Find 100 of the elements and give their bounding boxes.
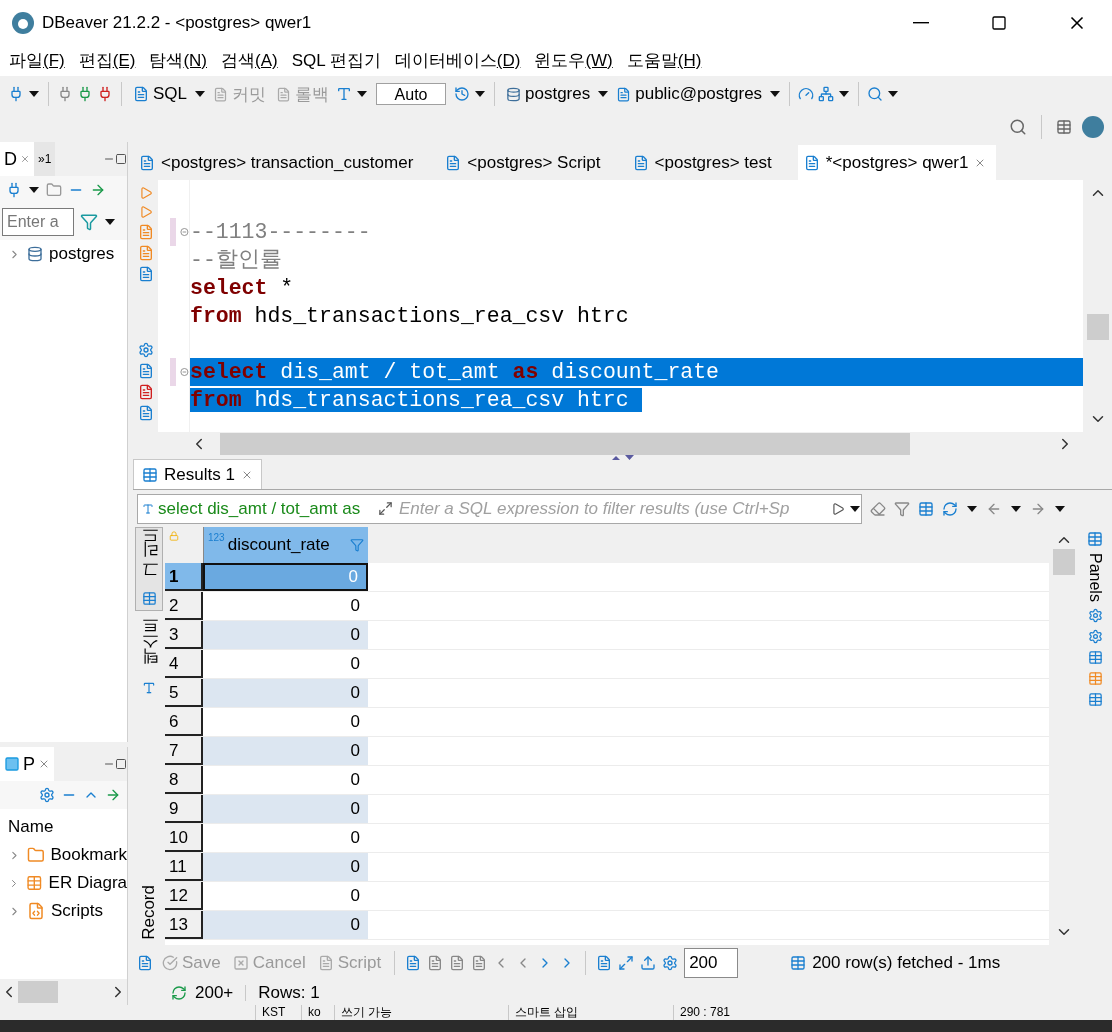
references-icon[interactable] xyxy=(1087,670,1103,686)
gauge-icon[interactable] xyxy=(798,86,815,102)
new-connection-icon[interactable] xyxy=(6,182,22,198)
fetch-next-icon[interactable] xyxy=(596,954,613,971)
filter-icon[interactable] xyxy=(80,213,98,231)
menu-item[interactable]: 윈도우(W) xyxy=(527,46,620,75)
caret-icon[interactable] xyxy=(838,90,851,98)
expand-icon[interactable] xyxy=(378,501,393,516)
schema-selector[interactable]: public@postgres xyxy=(613,82,766,106)
maximize-icon[interactable] xyxy=(115,153,127,165)
editor-tab[interactable]: <postgres> test xyxy=(626,145,782,180)
avatar-icon[interactable] xyxy=(1082,116,1104,138)
run-icon[interactable] xyxy=(138,186,153,200)
filter-field[interactable]: Enter a xyxy=(2,208,74,236)
history-icon[interactable] xyxy=(454,86,471,102)
caret-icon[interactable] xyxy=(966,504,978,513)
tree-icon[interactable] xyxy=(818,86,835,102)
row-number[interactable]: 7 xyxy=(165,737,203,765)
explain-icon[interactable] xyxy=(137,266,154,282)
row-number[interactable]: 12 xyxy=(165,882,203,910)
search-icon[interactable] xyxy=(867,86,884,102)
apply-filter-icon[interactable] xyxy=(831,501,845,516)
transaction-mode-field[interactable]: Auto xyxy=(376,83,447,105)
caret-icon[interactable] xyxy=(887,90,900,98)
disconnect-icon[interactable] xyxy=(97,86,113,102)
grouping-icon[interactable] xyxy=(1087,628,1103,644)
new-folder-icon[interactable] xyxy=(46,182,62,198)
caret-icon[interactable] xyxy=(104,218,116,226)
caret-icon[interactable] xyxy=(1010,504,1022,513)
scrollbar-thumb[interactable] xyxy=(1052,549,1075,575)
panel-tab[interactable]: »1 xyxy=(34,142,56,176)
datasource-selector[interactable]: postgres xyxy=(503,82,594,106)
table-cell[interactable]: 0 xyxy=(203,911,368,939)
collapse-icon[interactable] xyxy=(180,227,189,237)
tree-item[interactable]: ER Diagra xyxy=(0,869,127,897)
table-cell[interactable]: 0 xyxy=(203,795,368,823)
copy-row-icon[interactable] xyxy=(449,954,466,971)
row-number[interactable]: 8 xyxy=(165,766,203,794)
settings-icon[interactable] xyxy=(137,342,154,358)
metadata-icon[interactable] xyxy=(1087,649,1103,665)
script-run-icon[interactable] xyxy=(137,224,154,240)
row-number[interactable]: 5 xyxy=(165,679,203,707)
edit-icon[interactable] xyxy=(405,954,422,971)
row-number[interactable]: 11 xyxy=(165,853,203,881)
settings-icon[interactable] xyxy=(662,954,679,971)
editor-tab[interactable]: <postgres> Script xyxy=(439,145,611,180)
text-format-icon[interactable] xyxy=(336,86,353,102)
menu-item[interactable]: 탐색(N) xyxy=(142,46,214,75)
sql-button[interactable]: SQL xyxy=(130,82,191,106)
perspective-icon[interactable] xyxy=(1056,119,1072,135)
fetch-size-field[interactable]: 200 xyxy=(684,947,739,978)
settings-icon[interactable] xyxy=(39,787,55,803)
table-cell[interactable]: 0 xyxy=(203,737,368,765)
delete-row-icon[interactable] xyxy=(471,954,488,971)
variables-icon[interactable] xyxy=(137,405,154,421)
results-tab[interactable]: Results 1 xyxy=(133,459,262,489)
insert-row-icon[interactable] xyxy=(427,954,444,971)
row-number[interactable]: 3 xyxy=(165,621,203,649)
value-viewer-icon[interactable] xyxy=(1087,691,1103,707)
caret-icon[interactable] xyxy=(474,90,487,98)
fetch-all-icon[interactable] xyxy=(618,954,635,971)
menu-item[interactable]: SQL 편집기 xyxy=(284,46,388,75)
caret-icon[interactable] xyxy=(356,90,369,98)
menu-item[interactable]: 검색(A) xyxy=(214,46,285,75)
view-tab[interactable]: 그리드 xyxy=(135,527,163,611)
sash-arrows-icon[interactable] xyxy=(610,455,635,460)
record-tab[interactable]: Record xyxy=(135,876,163,945)
sort-filter-icon[interactable] xyxy=(350,538,364,552)
filter-icon[interactable] xyxy=(894,500,910,517)
run-new-tab-icon[interactable] xyxy=(138,205,153,219)
scrollbar-thumb[interactable] xyxy=(1086,314,1109,340)
row-number[interactable]: 2 xyxy=(165,592,203,620)
caret-icon[interactable] xyxy=(769,90,782,98)
link-icon[interactable] xyxy=(105,787,121,803)
editor-tab[interactable]: *<postgres> qwer1 xyxy=(797,145,997,180)
row-number[interactable]: 6 xyxy=(165,708,203,736)
export-icon[interactable] xyxy=(137,363,154,379)
caret-icon[interactable] xyxy=(849,504,861,513)
menu-item[interactable]: 편집(E) xyxy=(71,46,143,75)
table-cell[interactable]: 0 xyxy=(203,853,368,881)
row-number[interactable]: 4 xyxy=(165,650,203,678)
panels-tab[interactable]: Panels xyxy=(1086,553,1104,602)
scrollbar-thumb[interactable] xyxy=(18,981,58,1003)
table-cell[interactable]: 0 xyxy=(203,621,368,649)
eraser-icon[interactable] xyxy=(870,500,886,517)
editor-tab[interactable]: <postgres> transaction_customer xyxy=(133,145,424,180)
connect-icon[interactable] xyxy=(8,86,24,102)
refresh-icon[interactable] xyxy=(942,500,958,517)
menu-item[interactable]: 파일(F) xyxy=(2,46,72,75)
refresh-count[interactable]: 200+ xyxy=(195,982,234,1003)
scrollbar-thumb[interactable] xyxy=(220,432,910,455)
menu-item[interactable]: 데이터베이스(D) xyxy=(387,46,528,75)
refresh-icon[interactable] xyxy=(171,984,187,1001)
collapse-icon[interactable] xyxy=(180,367,189,377)
reconnect-icon[interactable] xyxy=(77,86,93,102)
script-new-icon[interactable] xyxy=(137,245,154,261)
row-number[interactable]: 9 xyxy=(165,795,203,823)
tree-item[interactable]: Bookmark xyxy=(0,841,127,869)
export-icon[interactable] xyxy=(640,954,657,971)
maximize-icon[interactable] xyxy=(115,758,127,770)
